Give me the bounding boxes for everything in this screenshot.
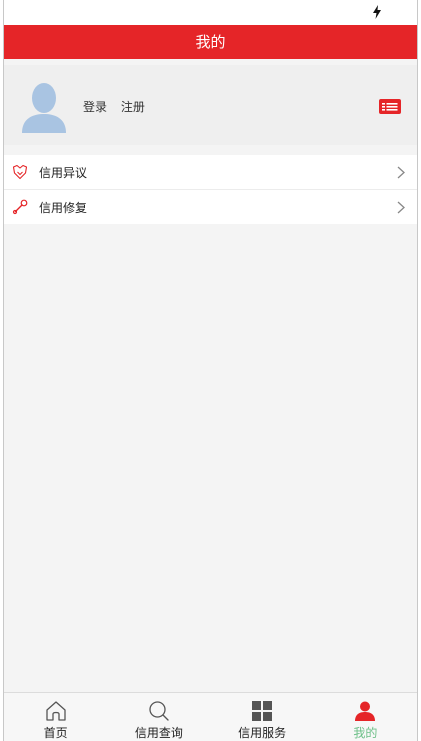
register-link[interactable]: 注册 xyxy=(121,100,145,114)
tab-label: 信用服务 xyxy=(238,726,287,740)
tab-credit-query[interactable]: 信用查询 xyxy=(107,693,210,741)
bottom-tab-bar: 首页 信用查询 信用服务 我的 xyxy=(4,692,417,741)
shield-outline-icon xyxy=(12,164,28,180)
menu-item-credit-objection[interactable]: 信用异议 xyxy=(4,155,417,190)
card-icon[interactable] xyxy=(379,99,401,114)
profile-header: 登录 注册 xyxy=(4,65,417,145)
home-icon xyxy=(45,701,66,721)
grid-icon xyxy=(252,701,273,721)
app-frame: 我的 登录 注册 信用异议 信用修复 首页 信用查询 信用服务 我的 xyxy=(3,0,418,741)
chevron-right-icon xyxy=(397,166,405,179)
menu-item-label: 信用修复 xyxy=(39,200,88,215)
search-icon xyxy=(149,701,169,721)
menu-list: 信用异议 信用修复 xyxy=(4,155,417,224)
status-bar xyxy=(4,0,417,25)
nav-bar: 我的 xyxy=(4,25,417,59)
page-title: 我的 xyxy=(195,33,226,51)
tab-mine[interactable]: 我的 xyxy=(314,693,417,741)
tab-label: 信用查询 xyxy=(134,726,183,740)
menu-item-label: 信用异议 xyxy=(39,165,88,180)
person-icon xyxy=(355,701,376,721)
tab-label: 我的 xyxy=(353,726,378,740)
tab-home[interactable]: 首页 xyxy=(4,693,107,741)
avatar-icon[interactable] xyxy=(20,81,68,133)
wrench-icon xyxy=(12,199,28,215)
menu-item-credit-repair[interactable]: 信用修复 xyxy=(4,190,417,224)
auth-links: 登录 注册 xyxy=(83,98,155,115)
chevron-right-icon xyxy=(397,201,405,214)
login-link[interactable]: 登录 xyxy=(83,100,107,114)
tab-label: 首页 xyxy=(43,726,68,740)
charging-bolt-icon xyxy=(373,5,381,19)
tab-credit-service[interactable]: 信用服务 xyxy=(211,693,314,741)
